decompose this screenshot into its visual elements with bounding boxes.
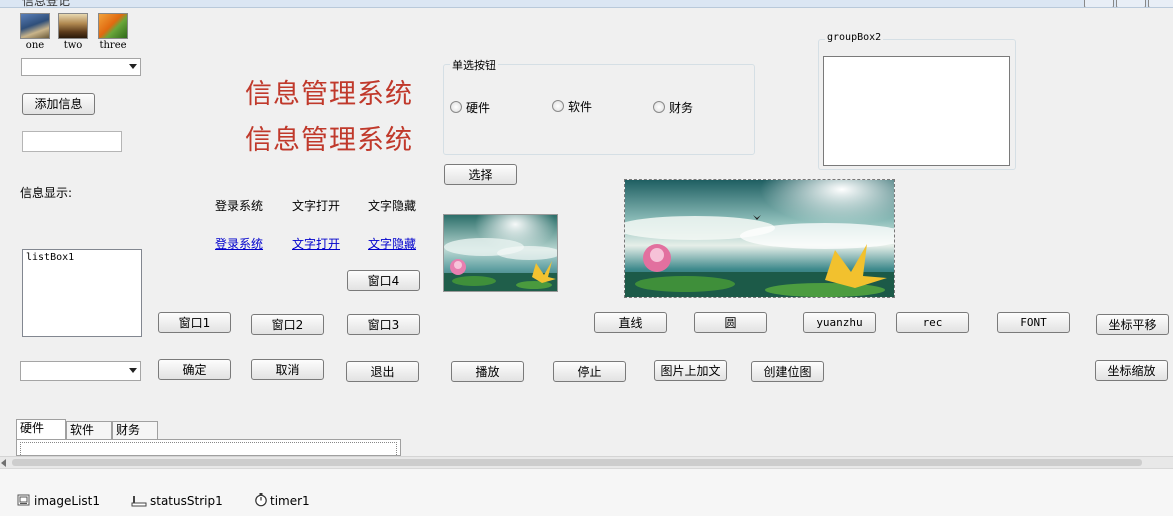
radio-finance-label: 财务 [669,101,694,115]
login-system-link[interactable]: 登录系统 [215,235,263,252]
text-on-image-button[interactable]: 图片上加文 [654,360,727,381]
horizontal-scrollbar[interactable] [0,456,1173,468]
groupbox2-textbox[interactable] [823,56,1010,166]
small-picture-box [443,214,558,292]
ok-button[interactable]: 确定 [158,359,231,380]
info-textbox[interactable] [22,131,122,152]
thumbnail-one [20,13,50,39]
exit-button[interactable]: 退出 [346,361,419,382]
thumbnail-label-three: three [99,40,127,51]
tab-hardware[interactable]: 硬件 [16,419,66,440]
thumbnail-two [58,13,88,39]
play-button[interactable]: 播放 [451,361,524,382]
yuanzhu-button[interactable]: yuanzhu [803,312,876,333]
scroll-left-arrow-icon[interactable] [1,459,6,467]
radio-software-label: 软件 [568,100,593,114]
title-bar: 信息登记 [0,0,1173,8]
tray-status-strip[interactable]: statusStrip1 [150,494,223,508]
groupbox2-title: groupBox2 [825,32,884,43]
tab-page [16,439,401,456]
window1-button[interactable]: 窗口1 [158,312,231,333]
text-open-link[interactable]: 文字打开 [292,235,340,252]
radio-software[interactable] [552,100,564,112]
info-display-label: 信息显示: [20,186,73,200]
radio-hardware[interactable] [450,101,462,113]
add-info-button[interactable]: 添加信息 [22,93,95,115]
cancel-button[interactable]: 取消 [251,359,324,380]
text-open-label: 文字打开 [292,199,341,213]
scrollbar-thumb[interactable] [12,459,1142,466]
chevron-down-icon [129,64,137,69]
create-bitmap-button[interactable]: 创建位图 [751,361,824,382]
window4-button[interactable]: 窗口4 [347,270,420,291]
thumbnail-label-two: two [63,40,83,51]
radio-hardware-label: 硬件 [466,101,491,115]
system-title-1: 信息管理系统 [245,79,413,110]
text-hide-label: 文字隐藏 [368,199,417,213]
login-system-label: 登录系统 [215,199,264,213]
font-button[interactable]: FONT [997,312,1070,333]
chevron-down-icon [129,368,137,373]
rec-button[interactable]: rec [896,312,969,333]
timer-icon [255,493,267,507]
image-list-icon [17,494,30,506]
tab-software[interactable]: 软件 [66,421,112,440]
system-title-2: 信息管理系统 [245,125,413,156]
radio-group-title: 单选按钮 [450,57,498,73]
tray-timer[interactable]: timer1 [270,494,310,508]
line-button[interactable]: 直线 [594,312,667,333]
component-tray [0,468,1173,516]
image-combobox[interactable] [21,58,141,76]
coord-scale-button[interactable]: 坐标缩放 [1095,360,1168,381]
window2-button[interactable]: 窗口2 [251,314,324,335]
tray-image-list[interactable]: imageList1 [34,494,100,508]
select-button[interactable]: 选择 [444,164,517,185]
window3-button[interactable]: 窗口3 [347,314,420,335]
thumbnail-label-one: one [25,40,45,51]
minimize-button[interactable] [1084,0,1114,7]
stop-button[interactable]: 停止 [553,361,626,382]
status-strip-icon [131,496,147,507]
large-picture-box [624,179,895,298]
bottom-combobox[interactable] [20,361,141,381]
window-title: 信息登记 [22,0,71,8]
lotus-landscape-image-large [625,180,894,297]
coord-translate-button[interactable]: 坐标平移 [1096,314,1169,335]
circle-button[interactable]: 圆 [694,312,767,333]
info-listbox[interactable]: listBox1 [22,249,142,337]
listbox-text: listBox1 [26,252,75,263]
maximize-button[interactable] [1116,0,1146,7]
tab-finance[interactable]: 财务 [112,421,158,440]
lotus-landscape-image-small [444,215,557,291]
thumbnail-three [98,13,128,39]
close-button[interactable] [1148,0,1173,7]
tab-page-focus-border [20,442,397,455]
radio-finance[interactable] [653,101,665,113]
text-hide-link[interactable]: 文字隐藏 [368,235,416,252]
